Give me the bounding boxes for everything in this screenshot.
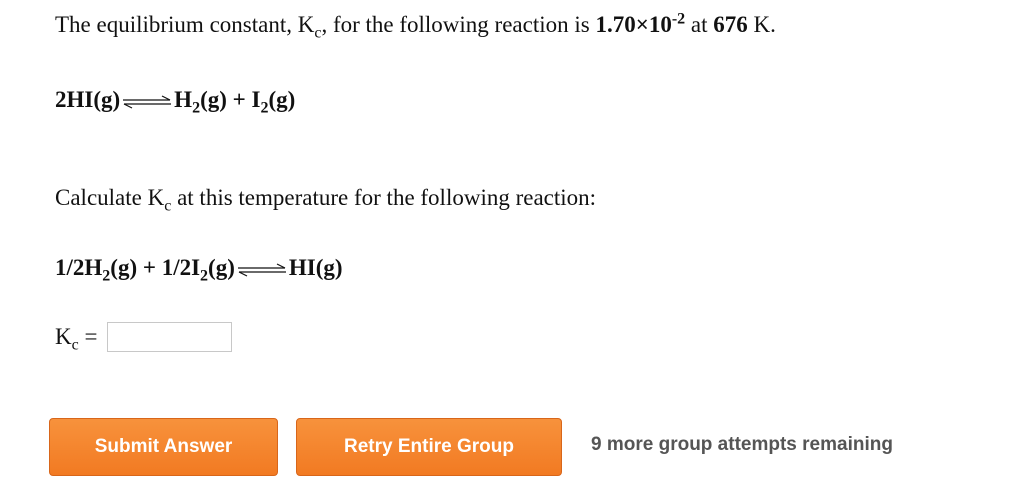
intro-text-4: K. [747,12,776,37]
submit-answer-button[interactable]: Submit Answer [49,418,278,476]
reaction1-product-i: (g) + I [200,87,261,112]
question-text-2: at this temperature for the following re… [171,185,597,210]
reaction1-h-subscript: 2 [192,99,201,117]
reaction2-reactant-end: (g) [208,255,235,280]
retry-entire-group-button[interactable]: Retry Entire Group [296,418,562,476]
reaction1-product-end: (g) [268,87,296,112]
question-text: Calculate Kc at this temperature for the… [55,185,597,214]
answer-equals: = [78,324,98,349]
answer-label: Kc = [55,324,98,353]
reaction2-i-subscript: 2 [200,267,209,285]
equilibrium-constant-exponent: -2 [671,10,686,28]
equilibrium-constant-mantissa: 1.70×10 [595,12,672,37]
intro-text-2: , for the following reaction is [321,12,596,37]
intro-text-1: The equilibrium constant, K [55,12,315,37]
problem-intro: The equilibrium constant, Kc, for the fo… [55,10,776,41]
reaction2-product: HI(g) [288,255,343,280]
reaction1-product-h: H [174,87,193,112]
temperature-value: 676 [713,12,748,37]
kc-answer-input[interactable] [107,322,233,352]
reaction-2: 1/2H2(g) + 1/2I2(g) HI(g) [55,255,343,284]
equilibrium-arrow-icon [237,263,286,277]
reaction2-reactant-i: (g) + 1/2I [110,255,201,280]
answer-row: Kc = [55,322,233,353]
reaction-1: 2HI(g) H2(g) + I2(g) [55,87,296,116]
intro-text-3: at [685,12,714,37]
question-text-1: Calculate K [55,185,165,210]
reaction1-reactant: 2HI(g) [55,87,121,112]
answer-label-k: K [55,324,72,349]
reaction2-reactant-h: 1/2H [55,255,103,280]
equilibrium-arrow-icon [123,95,172,109]
attempts-remaining-text: 9 more group attempts remaining [591,434,893,455]
answer-label-subscript: c [71,336,79,354]
